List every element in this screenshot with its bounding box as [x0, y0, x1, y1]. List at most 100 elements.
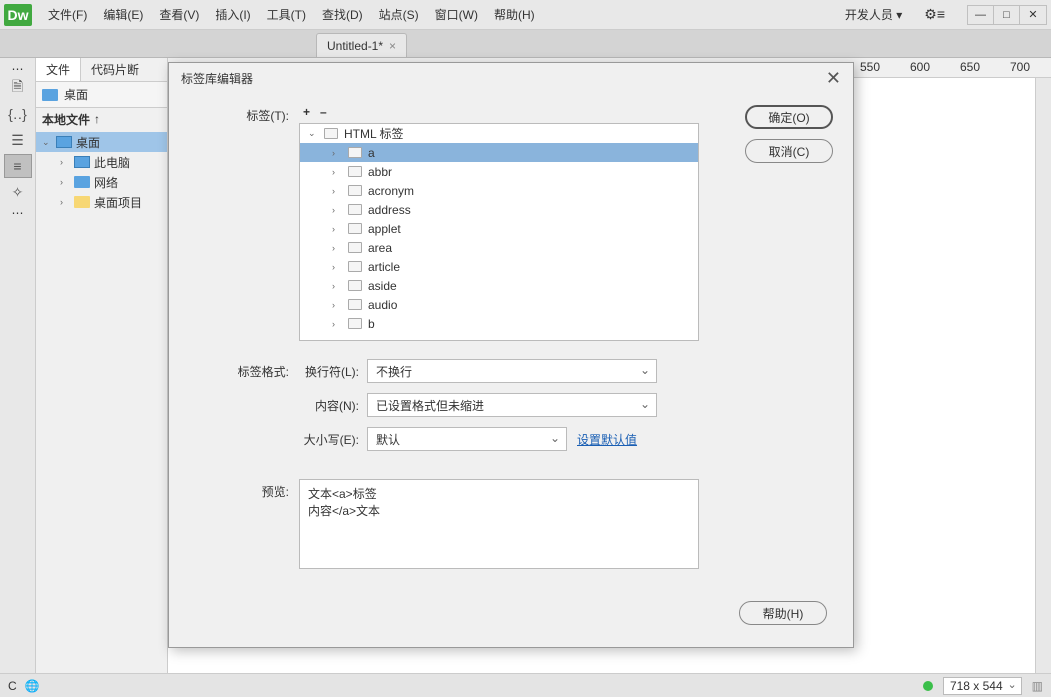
- menubar: Dw 文件(F) 编辑(E) 查看(V) 插入(I) 工具(T) 查找(D) 站…: [0, 0, 1051, 30]
- dialog-titlebar: 标签库编辑器 ✕: [169, 63, 853, 93]
- ruler-mark: 550: [860, 60, 880, 74]
- tag-tree-root[interactable]: ⌄HTML 标签: [300, 124, 698, 143]
- menu-find[interactable]: 查找(D): [314, 1, 371, 29]
- menu-window[interactable]: 窗口(W): [427, 1, 486, 29]
- status-indicator-icon: [923, 681, 933, 691]
- folder-icon: [348, 204, 362, 215]
- add-tag-icon[interactable]: +: [303, 105, 310, 119]
- left-toolbar: ⋯ 🗎 {‥} ☰ ≡ ✧ ⋯: [0, 58, 36, 673]
- tag-name: article: [368, 260, 400, 274]
- files-panel: 文件 代码片断 桌面 本地文件↑ ⌄桌面›此电脑›网络›桌面项目: [36, 58, 168, 673]
- file-tree-row[interactable]: ›桌面项目: [36, 192, 167, 212]
- folder-icon: [348, 242, 362, 253]
- tag-tools: + –: [299, 103, 699, 123]
- preview-box: 文本<a>标签 内容</a>文本: [299, 479, 699, 569]
- tab-files[interactable]: 文件: [36, 58, 81, 81]
- folder-icon: [348, 147, 362, 158]
- tree-label: 此电脑: [94, 154, 130, 171]
- tag-tree-item[interactable]: ›b: [300, 314, 698, 333]
- folder-icon: [348, 166, 362, 177]
- content-select[interactable]: 已设置格式但未缩进: [367, 393, 657, 417]
- close-button[interactable]: ✕: [1020, 6, 1046, 24]
- menu-file[interactable]: 文件(F): [40, 1, 95, 29]
- dialog-title-text: 标签库编辑器: [181, 70, 253, 87]
- tab-snippets[interactable]: 代码片断: [81, 58, 149, 81]
- workspace-switcher[interactable]: 开发人员 ▾: [837, 4, 910, 25]
- tool-list-icon[interactable]: ☰: [4, 128, 32, 152]
- case-select[interactable]: 默认: [367, 427, 567, 451]
- tool-settings-icon[interactable]: ✧: [4, 180, 32, 204]
- ok-button[interactable]: 确定(O): [745, 105, 833, 129]
- menu-tools[interactable]: 工具(T): [259, 1, 314, 29]
- reset-defaults-link[interactable]: 设置默认值: [577, 431, 637, 448]
- tags-label: 标签(T):: [189, 103, 299, 124]
- tag-tree-item[interactable]: ›article: [300, 257, 698, 276]
- settings-icon[interactable]: ⚙≡: [914, 6, 955, 23]
- tag-tree-item[interactable]: ›area: [300, 238, 698, 257]
- folder-icon: [74, 196, 90, 208]
- app-logo: Dw: [4, 4, 32, 26]
- local-files-header: 本地文件↑: [36, 108, 167, 130]
- globe-icon[interactable]: 🌐: [25, 679, 40, 693]
- minimize-button[interactable]: —: [968, 6, 994, 24]
- document-tab[interactable]: Untitled-1* ×: [316, 33, 407, 57]
- folder-icon: [348, 261, 362, 272]
- tag-name: b: [368, 317, 375, 331]
- tree-label: 桌面: [76, 134, 100, 151]
- file-tree-row[interactable]: ›网络: [36, 172, 167, 192]
- preview-label: 预览:: [189, 479, 299, 500]
- tag-name: aside: [368, 279, 397, 293]
- tag-name: audio: [368, 298, 397, 312]
- folder-icon: [348, 185, 362, 196]
- tag-tree-item[interactable]: ›address: [300, 200, 698, 219]
- vertical-scrollbar[interactable]: [1035, 78, 1051, 673]
- file-tree: ⌄桌面›此电脑›网络›桌面项目: [36, 130, 167, 214]
- tag-library-editor-dialog: 标签库编辑器 ✕ 标签(T): + – ⌄HTML 标签›a›abbr›acro…: [168, 62, 854, 648]
- menu-insert[interactable]: 插入(I): [207, 1, 258, 29]
- tag-name: a: [368, 146, 375, 160]
- tool-file-icon[interactable]: 🗎: [4, 76, 32, 100]
- folder-icon: [348, 280, 362, 291]
- tag-tree-item[interactable]: ›a: [300, 143, 698, 162]
- tag-tree[interactable]: ⌄HTML 标签›a›abbr›acronym›address›applet›a…: [299, 123, 699, 341]
- site-selector[interactable]: 桌面: [36, 82, 167, 108]
- menu-edit[interactable]: 编辑(E): [95, 1, 151, 29]
- tag-name: address: [368, 203, 411, 217]
- monitor-icon: [74, 156, 90, 168]
- file-tree-row[interactable]: ›此电脑: [36, 152, 167, 172]
- content-label: 内容(N):: [299, 397, 367, 414]
- tag-tree-item[interactable]: ›acronym: [300, 181, 698, 200]
- tool-indent-icon[interactable]: ≡: [4, 154, 32, 178]
- close-tab-icon[interactable]: ×: [389, 39, 396, 53]
- overflow-icon[interactable]: ▥: [1032, 679, 1043, 693]
- folder-icon: [348, 299, 362, 310]
- tag-tree-item[interactable]: ›abbr: [300, 162, 698, 181]
- site-name: 桌面: [64, 86, 88, 103]
- folder-icon: [348, 318, 362, 329]
- help-button[interactable]: 帮助(H): [739, 601, 827, 625]
- maximize-button[interactable]: □: [994, 6, 1020, 24]
- tag-tree-item[interactable]: ›aside: [300, 276, 698, 295]
- menu-help[interactable]: 帮助(H): [486, 1, 543, 29]
- linebreak-select[interactable]: 不换行: [367, 359, 657, 383]
- preview-line: 文本<a>标签: [308, 486, 690, 503]
- document-tab-title: Untitled-1*: [327, 39, 383, 53]
- refresh-icon[interactable]: C: [8, 679, 17, 693]
- case-label: 大小写(E):: [299, 431, 367, 448]
- tag-tree-item[interactable]: ›audio: [300, 295, 698, 314]
- ruler-mark: 700: [1010, 60, 1030, 74]
- file-tree-row[interactable]: ⌄桌面: [36, 132, 167, 152]
- toolbar-spacer: ⋯: [12, 62, 24, 74]
- tool-brackets-icon[interactable]: {‥}: [4, 102, 32, 126]
- remove-tag-icon[interactable]: –: [320, 105, 327, 119]
- dimensions-select[interactable]: 718 x 544: [943, 677, 1022, 695]
- tag-tree-item[interactable]: ›applet: [300, 219, 698, 238]
- cancel-button[interactable]: 取消(C): [745, 139, 833, 163]
- toolbar-spacer: ⋯: [12, 206, 24, 218]
- menu-view[interactable]: 查看(V): [151, 1, 207, 29]
- window-controls: — □ ✕: [967, 5, 1047, 25]
- monitor-icon: [56, 136, 72, 148]
- menu-site[interactable]: 站点(S): [371, 1, 427, 29]
- dialog-close-icon[interactable]: ✕: [826, 68, 841, 89]
- document-tab-strip: Untitled-1* ×: [0, 30, 1051, 58]
